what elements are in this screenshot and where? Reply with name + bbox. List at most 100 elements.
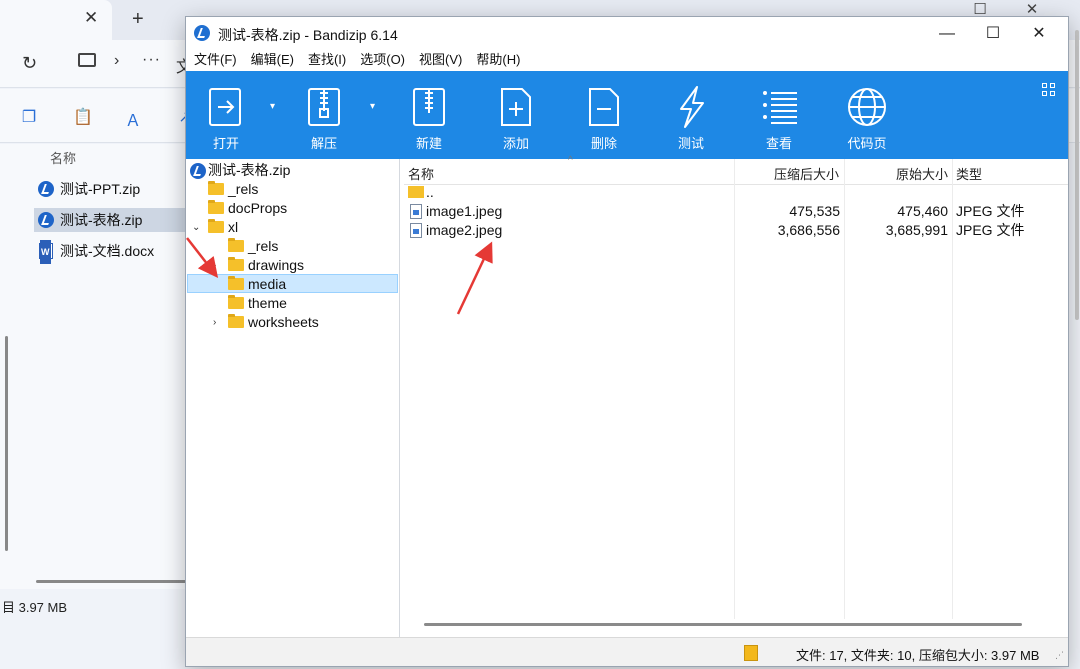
file-type: JPEG 文件 xyxy=(956,222,1025,238)
list-row[interactable]: image2.jpeg 3,686,556 3,685,991 JPEG 文件 xyxy=(404,221,1068,240)
tree-item-folder[interactable]: theme xyxy=(186,294,398,313)
tree-item-folder[interactable]: _rels xyxy=(186,180,398,199)
view-list-icon xyxy=(763,91,797,124)
list-row[interactable]: image1.jpeg 475,535 475,460 JPEG 文件 xyxy=(404,202,1068,221)
folder-icon xyxy=(228,314,244,328)
file-name: 测试-表格.zip xyxy=(60,212,143,228)
sort-ascending-icon: ^ xyxy=(568,155,573,166)
tree-label: 测试-表格.zip xyxy=(208,162,291,178)
window-title: 测试-表格.zip - Bandizip 6.14 xyxy=(218,27,398,43)
resize-grip-icon[interactable]: ⋰ xyxy=(1055,650,1064,661)
menu-help[interactable]: 帮助(H) xyxy=(469,49,527,71)
file-name: .. xyxy=(426,184,434,200)
tree-item-folder-selected[interactable]: media xyxy=(187,274,398,293)
tree-item-folder[interactable]: › drawings xyxy=(186,256,398,275)
tree-item-folder[interactable]: _rels xyxy=(186,237,398,256)
bandizip-logo-icon xyxy=(194,25,210,41)
codepage-button[interactable]: 代码页 xyxy=(827,71,907,159)
chevron-down-icon[interactable]: ⌄ xyxy=(192,218,200,237)
column-header-name[interactable]: 名称 xyxy=(50,148,76,167)
column-header-type[interactable]: 类型 xyxy=(956,164,982,183)
close-tab-icon[interactable]: ✕ xyxy=(84,8,98,28)
zip-file-icon xyxy=(38,212,54,228)
toolbar-label: 删除 xyxy=(590,136,617,151)
tree-item-folder[interactable]: › worksheets xyxy=(186,313,398,332)
jpeg-file-icon xyxy=(410,223,422,238)
extract-button[interactable]: 解压 xyxy=(284,71,364,159)
file-name: 测试-PPT.zip xyxy=(60,181,141,197)
column-header-original[interactable]: 原始大小 xyxy=(896,164,948,183)
jpeg-file-icon xyxy=(410,204,422,219)
maximize-button[interactable]: ☐ xyxy=(970,19,1016,49)
list-row-parent[interactable]: .. xyxy=(404,183,1068,202)
menu-options[interactable]: 选项(O) xyxy=(353,49,412,71)
open-button[interactable]: 打开 xyxy=(186,71,266,159)
toolbar-label: 添加 xyxy=(502,136,529,151)
file-name: image2.jpeg xyxy=(426,222,503,238)
vertical-scrollbar[interactable] xyxy=(5,336,8,551)
file-item[interactable]: 测试-文档.docx xyxy=(34,239,186,264)
close-button[interactable]: ✕ xyxy=(1016,19,1062,49)
open-dropdown-icon[interactable]: ▾ xyxy=(270,101,275,112)
folder-icon xyxy=(208,219,224,233)
tree-item-folder[interactable]: ⌄ xl xyxy=(186,218,398,237)
view-button[interactable]: 查看 xyxy=(739,71,819,159)
paste-icon[interactable]: 📋 xyxy=(73,107,93,126)
layout-grid-icon[interactable] xyxy=(1042,83,1056,97)
tree-label: docProps xyxy=(228,200,288,216)
horizontal-scrollbar[interactable] xyxy=(36,580,186,583)
menu-find[interactable]: 查找(I) xyxy=(301,49,353,71)
chevron-right-icon[interactable]: › xyxy=(114,52,119,70)
new-archive-button[interactable]: 新建 xyxy=(389,71,469,159)
tree-label: worksheets xyxy=(248,314,319,330)
tree-label: theme xyxy=(248,295,287,311)
refresh-icon[interactable]: ↻ xyxy=(22,53,37,74)
extract-icon xyxy=(308,88,340,126)
chevron-right-icon[interactable]: › xyxy=(213,256,216,275)
add-button[interactable]: 添加 xyxy=(476,71,556,159)
tree-label: xl xyxy=(228,219,239,235)
compressed-size: 3,686,556 xyxy=(777,222,840,238)
column-header-compressed[interactable]: 压缩后大小 xyxy=(774,164,839,183)
column-header-name[interactable]: 名称 xyxy=(408,164,434,183)
minimize-button[interactable]: — xyxy=(924,19,970,49)
status-text: 文件: 17, 文件夹: 10, 压缩包大小: 3.97 MB xyxy=(796,648,1040,663)
extract-dropdown-icon[interactable]: ▾ xyxy=(370,101,375,112)
horizontal-scrollbar[interactable] xyxy=(424,623,1022,626)
folder-icon xyxy=(228,295,244,309)
copy-icon[interactable]: ❐ xyxy=(20,107,38,126)
folder-icon xyxy=(228,276,244,290)
more-icon[interactable]: ··· xyxy=(142,51,161,69)
menu-view[interactable]: 视图(V) xyxy=(412,49,469,71)
toolbar-label: 新建 xyxy=(415,136,442,151)
list-header: 名称 ^ 压缩后大小 原始大小 类型 xyxy=(404,155,1068,185)
folder-tree: 测试-表格.zip _rels docProps ⌄ xl _rels › dr… xyxy=(186,159,400,637)
tree-item-archive[interactable]: 测试-表格.zip xyxy=(186,161,398,180)
file-name: 测试-文档.docx xyxy=(60,243,155,259)
chevron-right-icon[interactable]: › xyxy=(213,313,216,332)
tree-item-folder[interactable]: docProps xyxy=(186,199,398,218)
rename-icon[interactable]: Ａ xyxy=(124,107,142,130)
toolbar-label: 查看 xyxy=(765,136,792,151)
file-list: 名称 ^ 压缩后大小 原始大小 类型 .. image1.jpeg 475,53… xyxy=(404,155,1068,637)
file-item[interactable]: 测试-PPT.zip xyxy=(34,177,186,201)
new-tab-button[interactable]: + xyxy=(132,8,144,31)
delete-button[interactable]: 删除 xyxy=(564,71,644,159)
toolbar-label: 测试 xyxy=(677,136,704,151)
globe-icon xyxy=(848,88,886,126)
menu-file[interactable]: 文件(F) xyxy=(187,49,244,71)
page-scrollbar[interactable] xyxy=(1075,30,1079,320)
menu-edit[interactable]: 编辑(E) xyxy=(244,49,301,71)
archive-lock-icon[interactable] xyxy=(744,645,758,661)
original-size: 3,685,991 xyxy=(885,222,948,238)
title-bar: 测试-表格.zip - Bandizip 6.14 — ☐ ✕ xyxy=(186,17,1068,49)
bandizip-window: 测试-表格.zip - Bandizip 6.14 — ☐ ✕ 文件(F) 编辑(… xyxy=(185,16,1069,667)
this-pc-icon[interactable] xyxy=(78,53,96,67)
toolbar-label: 解压 xyxy=(310,136,337,151)
explorer-status-text: 目 3.97 MB xyxy=(2,600,68,615)
original-size: 475,460 xyxy=(897,203,948,219)
status-bar: 文件: 17, 文件夹: 10, 压缩包大小: 3.97 MB ⋰ xyxy=(186,637,1068,666)
toolbar-label: 代码页 xyxy=(847,136,887,151)
test-button[interactable]: 测试 xyxy=(651,71,731,159)
file-item-selected[interactable]: 测试-表格.zip xyxy=(34,208,186,232)
